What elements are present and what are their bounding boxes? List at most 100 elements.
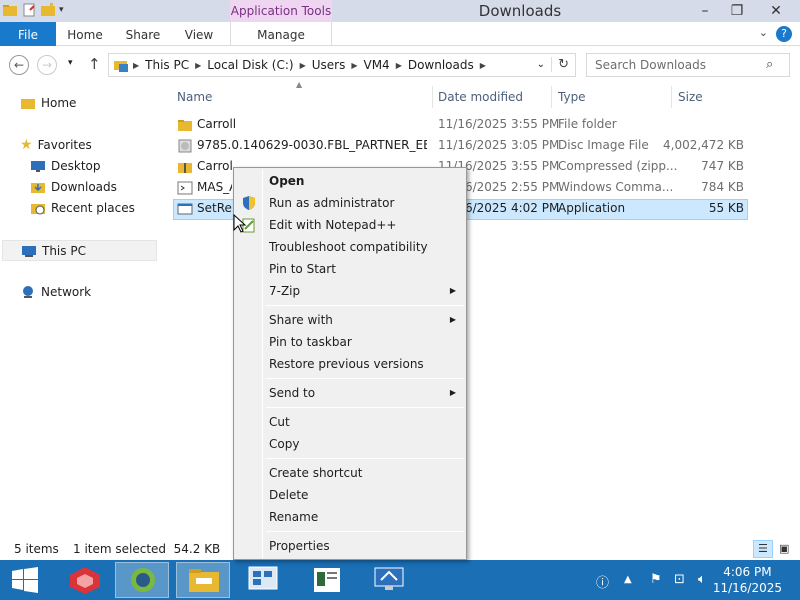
- nav-this-pc-label: This PC: [42, 243, 86, 258]
- recent-locations-chevron-icon[interactable]: ▾: [68, 58, 73, 68]
- menu-item-delete[interactable]: Delete: [236, 484, 464, 506]
- help-button[interactable]: ?: [776, 26, 792, 42]
- taskbar: ⓘ ▲ ⚑ ⊡ 🔈︎ 4:06 PM 11/16/2025: [0, 560, 800, 600]
- folder-app-icon: [3, 5, 17, 16]
- column-header-date-modified[interactable]: Date modified: [438, 86, 523, 108]
- column-divider[interactable]: [551, 86, 552, 108]
- quick-access-toolbar: ▾: [2, 2, 64, 18]
- nav-recent-places[interactable]: Recent places: [30, 198, 135, 218]
- file-name: MAS_A: [197, 180, 232, 194]
- taskbar-app-5[interactable]: [300, 562, 354, 598]
- cmd-script-icon: [177, 181, 193, 195]
- taskbar-app-6[interactable]: [362, 562, 416, 598]
- taskbar-app-1[interactable]: [58, 562, 112, 598]
- folder-breadcrumb-icon: [114, 61, 128, 72]
- file-size: 4,002,472 KB: [663, 138, 744, 152]
- menu-item-send-to[interactable]: Send to ▶: [236, 382, 464, 404]
- nav-favorites-label: Favorites: [37, 138, 92, 152]
- tab-home[interactable]: Home: [62, 22, 108, 46]
- search-input[interactable]: Search Downloads: [586, 53, 790, 77]
- menu-separator: [266, 458, 464, 459]
- expand-ribbon-chevron-icon[interactable]: ⌄: [759, 26, 768, 39]
- tab-file[interactable]: File: [0, 22, 56, 46]
- column-header-size[interactable]: Size: [678, 86, 703, 108]
- menu-item-label: Run as administrator: [269, 196, 395, 210]
- menu-item-edit-with-notepadpp[interactable]: Edit with Notepad++: [236, 214, 464, 236]
- tab-view[interactable]: View: [178, 22, 220, 46]
- taskbar-app-2[interactable]: [115, 562, 169, 598]
- title-bar: ▾ Application Tools Downloads – ❐ ✕: [0, 0, 800, 22]
- file-name: Carroll: [197, 117, 237, 131]
- menu-item-share-with[interactable]: Share with ▶: [236, 309, 464, 331]
- back-button[interactable]: ←: [9, 55, 29, 75]
- taskbar-app-4[interactable]: [236, 562, 290, 598]
- network-tray-icon[interactable]: ⊡: [674, 572, 685, 587]
- nav-downloads[interactable]: Downloads: [30, 177, 117, 197]
- menu-item-rename[interactable]: Rename: [236, 506, 464, 528]
- nav-home[interactable]: Home: [20, 93, 76, 113]
- details-view-button[interactable]: ☰: [753, 540, 773, 558]
- customize-qat-chevron-icon[interactable]: ▾: [59, 5, 64, 15]
- up-button[interactable]: ↑: [88, 55, 101, 73]
- breadcrumb-downloads[interactable]: Downloads: [406, 58, 476, 72]
- show-hidden-icons-chevron-icon[interactable]: ▲: [624, 574, 632, 585]
- large-icons-view-icon: ▣: [779, 542, 790, 555]
- volume-muted-icon[interactable]: 🔈︎: [698, 572, 706, 587]
- menu-item-copy[interactable]: Copy: [236, 433, 464, 455]
- submenu-arrow-icon: ▶: [449, 388, 456, 397]
- menu-item-7zip[interactable]: 7-Zip ▶: [236, 280, 464, 302]
- menu-item-cut[interactable]: Cut: [236, 411, 464, 433]
- breadcrumb-users[interactable]: Users: [310, 58, 348, 72]
- menu-item-run-as-administrator[interactable]: Run as administrator: [236, 192, 464, 214]
- new-folder-icon[interactable]: [40, 2, 56, 18]
- maximize-button[interactable]: ❐: [722, 0, 752, 22]
- nav-network[interactable]: Network: [20, 282, 91, 302]
- close-button[interactable]: ✕: [756, 0, 796, 22]
- clock-date: 11/16/2025: [712, 581, 782, 595]
- taskbar-file-explorer[interactable]: [176, 562, 230, 598]
- menu-item-properties[interactable]: Properties: [236, 535, 464, 557]
- start-button[interactable]: [2, 562, 48, 598]
- large-icons-view-button[interactable]: ▣: [775, 540, 795, 558]
- minimize-button[interactable]: –: [690, 0, 720, 22]
- navigation-bar: ← → ▾ ↑ ▶ This PC ▶ Local Disk (C:) ▶ Us…: [0, 46, 800, 84]
- menu-item-pin-to-start[interactable]: Pin to Start: [236, 258, 464, 280]
- breadcrumb-vm4[interactable]: VM4: [361, 58, 391, 72]
- breadcrumb-this-pc[interactable]: This PC: [143, 58, 191, 72]
- file-row[interactable]: 9785.0.140629-0030.FBL_PARTNER_EEAP_... …: [173, 136, 748, 157]
- file-row[interactable]: Carroll 11/16/2025 3:55 PM File folder: [173, 115, 748, 136]
- search-icon[interactable]: ⌕: [766, 57, 773, 72]
- nav-favorites[interactable]: ★ Favorites: [20, 135, 92, 155]
- address-bar[interactable]: ▶ This PC ▶ Local Disk (C:) ▶ Users ▶ VM…: [108, 53, 576, 77]
- tab-share[interactable]: Share: [120, 22, 166, 46]
- clock-time: 4:06 PM: [723, 565, 772, 579]
- menu-item-troubleshoot-compatibility[interactable]: Troubleshoot compatibility: [236, 236, 464, 258]
- menu-separator: [266, 531, 464, 532]
- flag-icon[interactable]: ⚑: [650, 572, 662, 587]
- nav-this-pc[interactable]: This PC: [2, 240, 157, 261]
- menu-item-label: Send to: [269, 386, 316, 400]
- menu-item-open[interactable]: Open: [236, 170, 464, 192]
- refresh-icon[interactable]: ↻: [551, 57, 569, 72]
- nav-desktop[interactable]: Desktop: [30, 156, 101, 176]
- breadcrumb-local-disk[interactable]: Local Disk (C:): [205, 58, 295, 72]
- properties-icon[interactable]: [21, 2, 37, 18]
- column-divider[interactable]: [671, 86, 672, 108]
- menu-item-pin-to-taskbar[interactable]: Pin to taskbar: [236, 331, 464, 353]
- action-center-info-icon[interactable]: ⓘ: [596, 572, 609, 591]
- menu-item-create-shortcut[interactable]: Create shortcut: [236, 462, 464, 484]
- menu-item-label: Edit with Notepad++: [269, 218, 397, 232]
- file-size: 784 KB: [701, 180, 744, 194]
- menu-item-restore-previous-versions[interactable]: Restore previous versions: [236, 353, 464, 375]
- column-divider[interactable]: [432, 86, 433, 108]
- forward-button[interactable]: →: [37, 55, 57, 75]
- taskbar-clock[interactable]: 4:06 PM 11/16/2025: [713, 564, 782, 596]
- file-type: File folder: [558, 117, 617, 131]
- column-header-name[interactable]: Name: [177, 86, 212, 108]
- tab-manage[interactable]: Manage: [230, 22, 332, 46]
- mouse-cursor-icon: [233, 214, 247, 233]
- file-explorer-icon: [189, 569, 219, 592]
- application-icon: [177, 203, 193, 215]
- address-dropdown-chevron-icon[interactable]: ⌄: [537, 59, 545, 70]
- column-header-type[interactable]: Type: [558, 86, 586, 108]
